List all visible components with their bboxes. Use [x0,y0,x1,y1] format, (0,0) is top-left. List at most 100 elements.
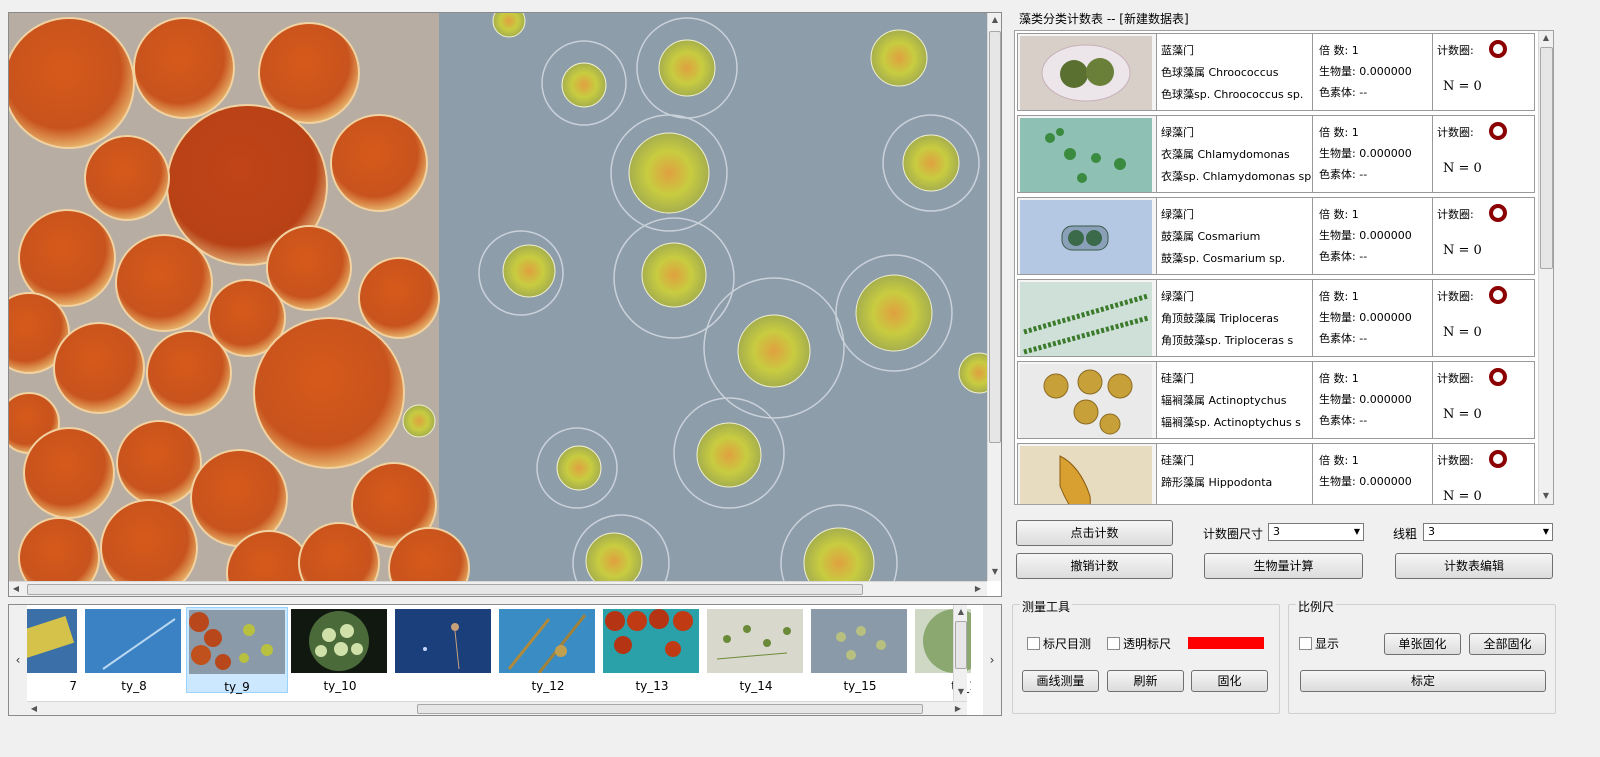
strip-horizontal-scrollbar[interactable]: ◀ ▶ [27,701,967,715]
undo-count-button[interactable]: 撤销计数 [1016,553,1173,579]
thumbnail-image [85,609,181,673]
thumbnail-image [811,609,907,673]
transparent-ruler-checkbox[interactable] [1107,637,1120,650]
count-cell[interactable]: 计数圈: N = 0 [1432,198,1534,274]
image-viewer[interactable]: ▲ ▼ ◀ ▶ [8,12,1002,597]
calibrate-button[interactable]: 标定 [1300,670,1546,692]
multiplier-value: 1 [1351,126,1359,139]
circle-size-value: 3 [1273,525,1280,538]
values-cell: 倍 数: 1 生物量: 0.000000 色素体: -- [1312,34,1432,110]
count-circle-label: 计数圈: [1437,290,1474,303]
thumbnail-item[interactable]: ty_15 [809,607,911,693]
count-circle-icon[interactable] [1489,368,1507,386]
phylum-text: 硅藻门 [1161,372,1194,385]
table-row[interactable]: 绿藻门 角顶鼓藻属 Triploceras 角顶鼓藻sp. Triplocera… [1017,279,1535,357]
thumbnail-item[interactable]: ty_12 [497,607,599,693]
table-row[interactable]: 绿藻门 衣藻属 Chlamydomonas 衣藻sp. Chlamydomona… [1017,115,1535,193]
thumbnail-item[interactable]: ty_10 [289,607,391,693]
count-cell[interactable]: 计数圈: N = 0 [1432,444,1534,504]
horizontal-scroll-thumb[interactable] [27,584,863,595]
scroll-right-arrow-icon[interactable]: ▶ [951,702,965,716]
scroll-up-arrow-icon[interactable]: ▲ [954,605,968,619]
scroll-down-arrow-icon[interactable]: ▼ [1539,489,1553,503]
pigment-label: 色素体: [1319,414,1356,427]
count-circle-icon[interactable] [1489,204,1507,222]
taxonomy-cell: 绿藻门 衣藻属 Chlamydomonas 衣藻sp. Chlamydomona… [1156,116,1312,192]
count-circle-icon[interactable] [1489,450,1507,468]
all-fix-button[interactable]: 全部固化 [1469,633,1546,655]
count-cell[interactable]: 计数圈: N = 0 [1432,116,1534,192]
scroll-down-arrow-icon[interactable]: ▼ [988,565,1002,579]
thumbnail-strip[interactable]: ‹ 7 ty_8 ty_9 ty_10 ty_12 ty_13 ty_14 ty… [8,604,1002,716]
values-cell: 倍 数: 1 生物量: 0.000000 色素体: -- [1312,362,1432,438]
scroll-right-arrow-icon[interactable]: ▶ [971,582,985,596]
strip-vertical-scrollbar[interactable]: ▲ ▼ [953,605,967,701]
phylum-text: 蓝藻门 [1161,44,1194,57]
thumbnail-item-selected[interactable]: ty_9 [186,607,288,694]
count-circle-icon[interactable] [1489,40,1507,58]
biomass-value: 0.000000 [1359,229,1412,242]
count-cell[interactable]: 计数圈: N = 0 [1432,280,1534,356]
prev-thumbnail-button[interactable]: ‹ [9,605,27,715]
fix-button[interactable]: 固化 [1191,670,1268,692]
refresh-button[interactable]: 刷新 [1107,670,1184,692]
show-scale-checkbox[interactable] [1299,637,1312,650]
count-circle-icon[interactable] [1489,286,1507,304]
circle-size-select[interactable]: 3 ▼ [1268,523,1364,541]
thumbnail-item[interactable]: ty_14 [705,607,807,693]
chevron-down-icon: ▼ [1353,527,1360,536]
scroll-left-arrow-icon[interactable]: ◀ [9,582,23,596]
pigment-value: -- [1359,168,1368,181]
scroll-up-arrow-icon[interactable]: ▲ [1539,31,1553,45]
table-row[interactable]: 硅藻门 蹄形藻属 Hippodonta 倍 数: 1 生物量: 0.000000… [1017,443,1535,504]
viewer-vertical-scrollbar[interactable]: ▲ ▼ [987,13,1001,581]
count-cell[interactable]: 计数圈: N = 0 [1432,362,1534,438]
algae-count-table[interactable]: 蓝藻门 色球藻属 Chroococcus 色球藻sp. Chroococcus … [1014,30,1554,505]
count-circle-icon[interactable] [1489,122,1507,140]
count-circle-label: 计数圈: [1437,44,1474,57]
thumbnail-label: ty_14 [739,679,773,693]
table-row[interactable]: 硅藻门 辐裥藻属 Actinoptychus 辐裥藻sp. Actinoptyc… [1017,361,1535,439]
table-scroll-thumb[interactable] [1540,47,1553,269]
count-table-edit-button[interactable]: 计数表编辑 [1395,553,1553,579]
measure-tools-group [1012,604,1280,714]
strip-vertical-thumb[interactable] [955,621,967,669]
thumbnail-label: 7 [69,679,77,693]
species-image [1020,282,1152,356]
taxonomy-cell: 硅藻门 辐裥藻属 Actinoptychus 辐裥藻sp. Actinoptyc… [1156,362,1312,438]
multiplier-label: 倍 数: [1319,208,1349,221]
click-count-button[interactable]: 点击计数 [1016,520,1173,546]
thumbnail-item[interactable] [393,607,495,693]
multiplier-label: 倍 数: [1319,372,1349,385]
thumbnail-item[interactable]: ty_8 [83,607,185,693]
biomass-label: 生物量: [1319,311,1356,324]
table-row[interactable]: 蓝藻门 色球藻属 Chroococcus 色球藻sp. Chroococcus … [1017,33,1535,111]
count-cell[interactable]: 计数圈: N = 0 [1432,34,1534,110]
scroll-up-arrow-icon[interactable]: ▲ [988,13,1002,27]
ruler-measure-checkbox[interactable] [1027,637,1040,650]
multiplier-value: 1 [1351,208,1359,221]
strip-horizontal-thumb[interactable] [417,704,923,714]
single-fix-button[interactable]: 单张固化 [1384,633,1461,655]
count-value: N = 0 [1443,79,1482,94]
scroll-down-arrow-icon[interactable]: ▼ [954,685,968,699]
thumbnail-item[interactable]: 7 [27,607,81,693]
values-cell: 倍 数: 1 生物量: 0.000000 色素体: -- [1312,280,1432,356]
next-thumbnail-button[interactable]: › [983,605,1001,715]
table-row[interactable]: 绿藻门 鼓藻属 Cosmarium 鼓藻sp. Cosmarium sp. 倍 … [1017,197,1535,275]
count-circle-label: 计数圈: [1437,372,1474,385]
scroll-left-arrow-icon[interactable]: ◀ [27,702,41,716]
thumbnail-item[interactable]: ty_13 [601,607,703,693]
biomass-calc-button[interactable]: 生物量计算 [1204,553,1363,579]
genus-text: 色球藻属 Chroococcus [1161,66,1279,79]
thumbnail-label: ty_13 [635,679,669,693]
ruler-color-swatch[interactable] [1188,637,1264,649]
viewer-horizontal-scrollbar[interactable]: ◀ ▶ [9,581,987,596]
microscope-image[interactable] [9,13,987,581]
line-width-select[interactable]: 3 ▼ [1423,523,1553,541]
thumbnail-image [189,610,285,674]
line-measure-button[interactable]: 画线测量 [1022,670,1099,692]
vertical-scroll-thumb[interactable] [989,31,1001,443]
table-vertical-scrollbar[interactable]: ▲ ▼ [1538,31,1553,504]
count-circle-label: 计数圈: [1437,126,1474,139]
